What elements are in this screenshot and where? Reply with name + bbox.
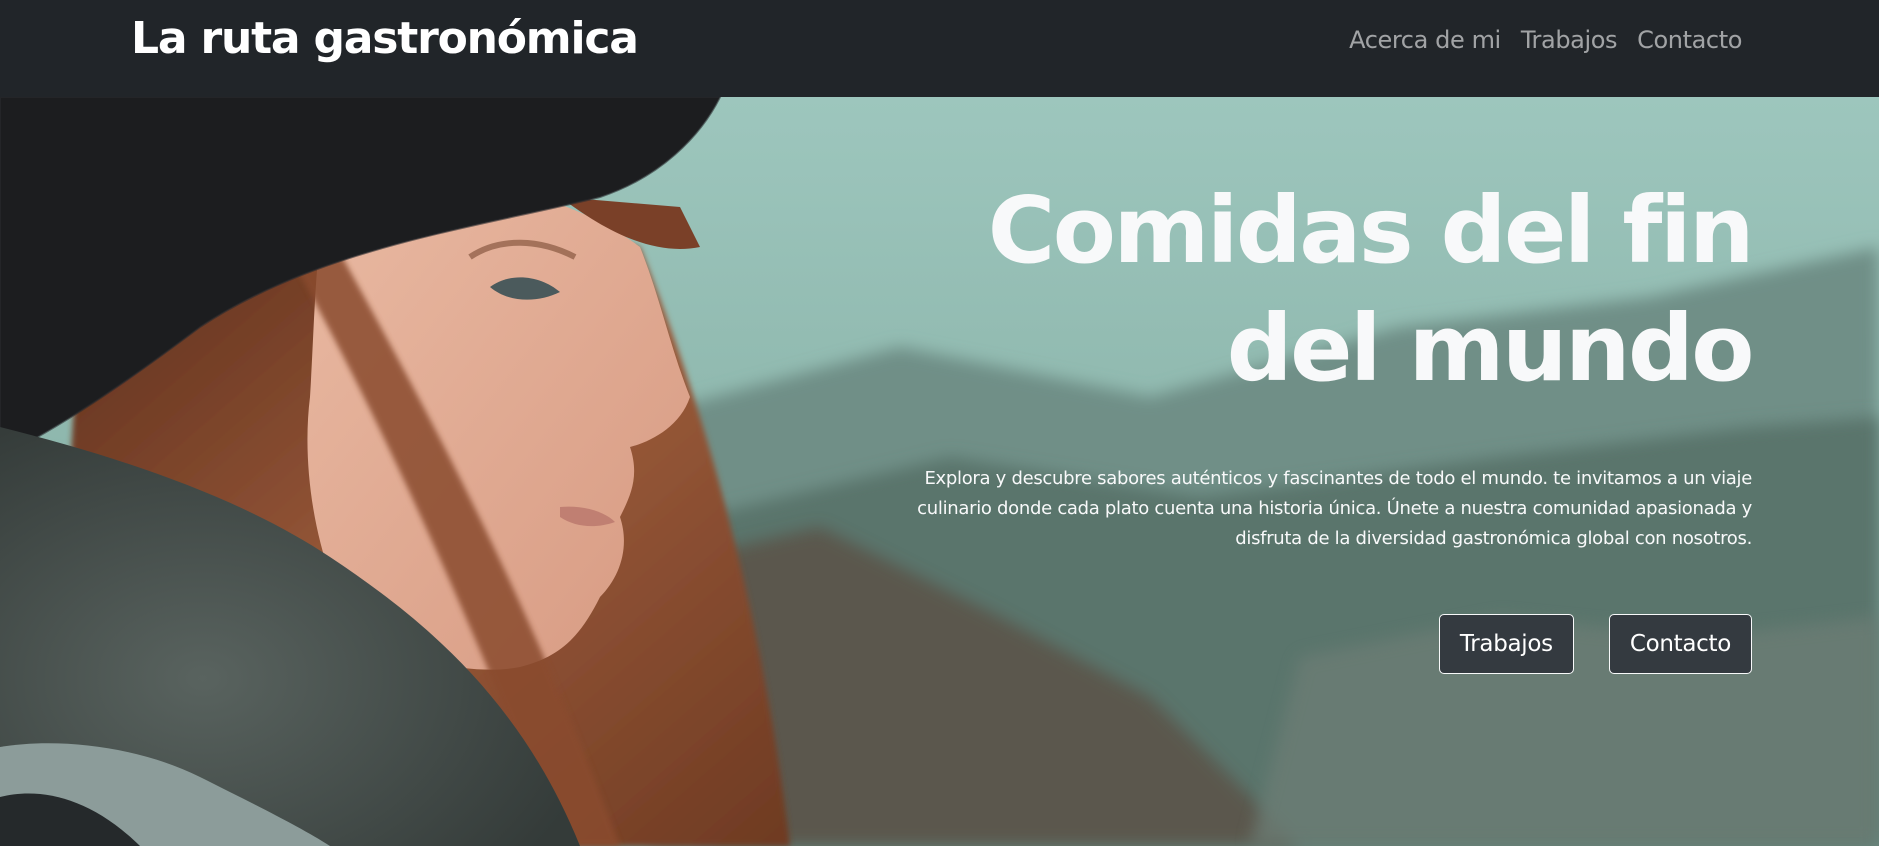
navbar: La ruta gastronómica Acerca de mi Trabaj… [0, 0, 1879, 97]
works-button[interactable]: Trabajos [1438, 614, 1574, 674]
hero-section: Comidas del fin del mundo Explora y desc… [0, 97, 1879, 846]
nav-link-works[interactable]: Trabajos [1521, 22, 1618, 58]
hero-title: Comidas del fin del mundo [987, 177, 1755, 402]
hero-actions: Trabajos Contacto [1438, 614, 1752, 674]
brand-logo[interactable]: La ruta gastronómica [131, 9, 639, 69]
nav-link-about[interactable]: Acerca de mi [1349, 22, 1501, 58]
hero-description: Explora y descubre sabores auténticos y … [917, 468, 1752, 549]
nav-menu: Acerca de mi Trabajos Contacto [1349, 22, 1742, 58]
contact-button[interactable]: Contacto [1608, 614, 1752, 674]
nav-link-contact[interactable]: Contacto [1637, 22, 1742, 58]
